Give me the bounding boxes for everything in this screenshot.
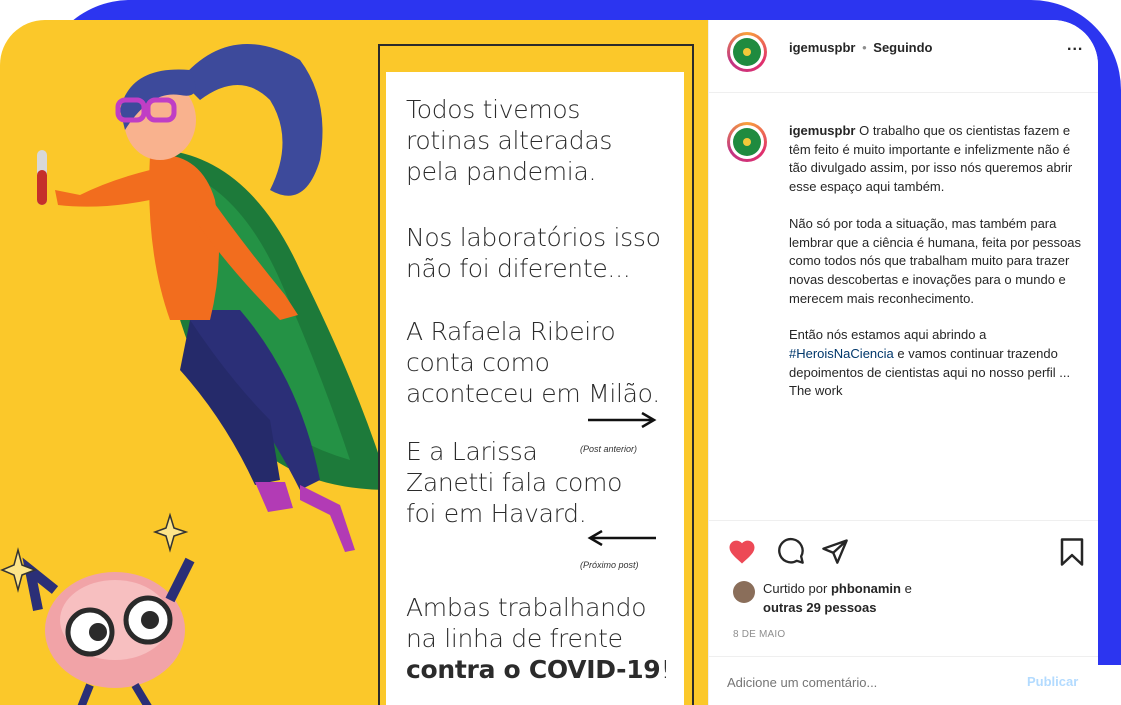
likes-prefix: Curtido por bbox=[763, 581, 828, 596]
instagram-post-card: Todos tivemos rotinas alteradas pela pan… bbox=[0, 20, 1098, 705]
header-username[interactable]: igemuspbr bbox=[789, 40, 855, 55]
comment-icon[interactable] bbox=[777, 537, 805, 565]
post-text-2: Nos laboratórios isso não foi diferente.… bbox=[406, 223, 661, 283]
arrow-left-icon bbox=[587, 530, 656, 546]
caption-username[interactable]: igemuspbr bbox=[789, 123, 855, 138]
post-header: igemuspbr • Seguindo ... bbox=[709, 20, 1098, 93]
caption-paragraph-3-start: Então nós estamos aqui abrindo a bbox=[789, 327, 987, 343]
post-date: 8 DE MAIO bbox=[733, 629, 786, 640]
post-image[interactable]: Todos tivemos rotinas alteradas pela pan… bbox=[0, 20, 708, 705]
post-actions: Curtido por phbonamin e outras 29 pessoa… bbox=[709, 520, 1098, 641]
likes-suffix: e bbox=[904, 581, 912, 596]
caption-avatar[interactable] bbox=[727, 122, 767, 162]
liker-avatar[interactable] bbox=[733, 581, 755, 603]
post-text-exclamation: ! bbox=[660, 655, 671, 684]
bookmark-icon[interactable] bbox=[1059, 537, 1085, 567]
follow-status-button[interactable]: Seguindo bbox=[873, 40, 932, 55]
like-heart-icon[interactable] bbox=[727, 537, 757, 565]
more-options-icon[interactable]: ... bbox=[1067, 37, 1083, 55]
post-text-covid: contra o COVID-19 bbox=[406, 655, 661, 684]
comment-input[interactable] bbox=[727, 671, 1007, 693]
post-text-1: Todos tivemos rotinas alteradas pela pan… bbox=[406, 95, 613, 186]
arrow-right-icon bbox=[588, 412, 657, 428]
arrow-caption-next: (Próximo post) bbox=[580, 560, 639, 570]
comment-bar: Publicar bbox=[709, 656, 1098, 705]
post-text-3: A Rafaela Ribeiro conta como aconteceu e… bbox=[406, 317, 660, 408]
hashtag-link[interactable]: #HeroisNaCiencia bbox=[789, 346, 894, 361]
publish-button[interactable]: Publicar bbox=[1027, 674, 1078, 689]
caption-paragraph-2: Não só por toda a situação, mas também p… bbox=[789, 215, 1081, 306]
post-sidebar: igemuspbr • Seguindo ... igemuspbr O tra… bbox=[708, 20, 1098, 705]
likes-username[interactable]: phbonamin bbox=[831, 581, 901, 596]
profile-avatar[interactable] bbox=[727, 32, 767, 72]
post-text-4: E a Larissa Zanetti fala como foi em Hav… bbox=[406, 437, 623, 528]
post-text-5: Ambas trabalhando na linha de frente bbox=[406, 593, 647, 653]
post-text-6: contra o COVID-19! bbox=[406, 654, 670, 685]
header-user-line: igemuspbr • Seguindo bbox=[789, 40, 933, 55]
header-separator: • bbox=[862, 40, 867, 55]
likes-others[interactable]: outras 29 pessoas bbox=[763, 600, 876, 615]
post-caption: igemuspbr O trabalho que os cientistas f… bbox=[789, 122, 1081, 517]
share-icon[interactable] bbox=[821, 537, 849, 565]
likes-summary: Curtido por phbonamin e outras 29 pessoa… bbox=[763, 579, 912, 617]
